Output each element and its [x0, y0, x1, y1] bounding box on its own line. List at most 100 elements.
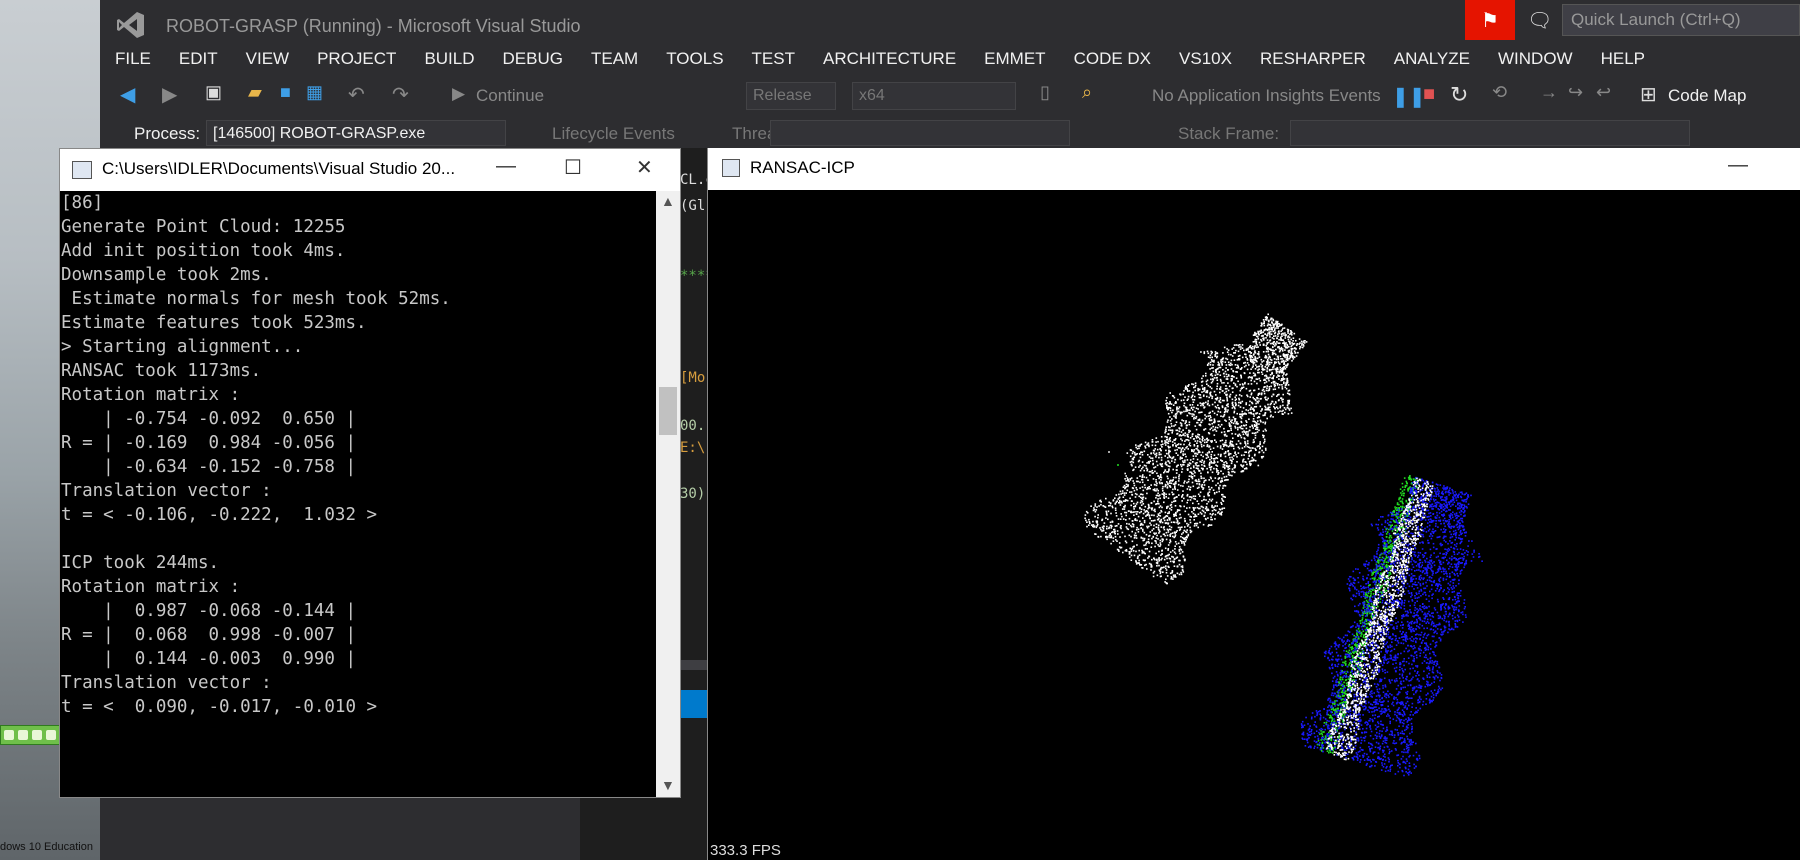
restart-icon[interactable]: ↻: [1450, 82, 1468, 108]
window-title: ROBOT-GRASP (Running) - Microsoft Visual…: [166, 16, 581, 36]
code-map-button[interactable]: Code Map: [1668, 86, 1746, 106]
editor-fragment: (Gl: [680, 198, 706, 214]
console-line: RANSAC took 1173ms.: [61, 361, 262, 381]
notification-flag-icon[interactable]: ⚑: [1465, 0, 1515, 40]
console-app-icon: [72, 161, 92, 179]
console-line: Rotation matrix :: [61, 577, 241, 597]
solution-configuration-select[interactable]: Release: [746, 82, 836, 110]
continue-button[interactable]: Continue: [476, 86, 544, 106]
maximize-icon[interactable]: ☐: [564, 155, 582, 180]
point-cloud-viewer-window[interactable]: RANSAC-ICP — 333.3 FPS: [707, 148, 1800, 860]
redo-icon[interactable]: ↷: [392, 82, 409, 107]
menu-tools[interactable]: TOOLS: [652, 48, 737, 74]
scroll-up-icon[interactable]: ▲: [661, 193, 675, 209]
break-all-icon[interactable]: ❚❚: [1392, 84, 1426, 109]
step-out-icon[interactable]: ↩: [1596, 82, 1611, 103]
menu-file[interactable]: FILE: [101, 48, 165, 74]
scrollbar-thumb[interactable]: [659, 387, 677, 435]
fps-counter: 333.3 FPS: [710, 842, 781, 859]
console-line: | -0.754 -0.092 0.650 |: [61, 409, 357, 429]
viewer-titlebar[interactable]: RANSAC-ICP —: [708, 148, 1800, 190]
scroll-down-icon[interactable]: ▼: [661, 777, 675, 793]
vs-titlebar: ROBOT-GRASP (Running) - Microsoft Visual…: [100, 0, 1800, 50]
console-output: [86] Generate Point Cloud: 12255 Add init …: [60, 191, 656, 797]
console-line: Estimate features took 523ms.: [61, 313, 367, 333]
find-icon[interactable]: ⌕: [1082, 82, 1092, 103]
undo-icon[interactable]: ↶: [348, 82, 365, 107]
menu-build[interactable]: BUILD: [410, 48, 488, 74]
editor-fragment: [Mo: [680, 370, 706, 386]
minimize-icon[interactable]: —: [496, 155, 516, 178]
console-line: t = < -0.106, -0.222, 1.032 >: [61, 505, 378, 525]
menu-view[interactable]: VIEW: [232, 48, 303, 74]
menu-help[interactable]: HELP: [1587, 48, 1659, 74]
point-cloud-canvas[interactable]: [708, 190, 1800, 860]
step-over-icon[interactable]: ↪: [1568, 82, 1583, 103]
target-bottle-cloud: [1300, 477, 1483, 777]
menu-debug[interactable]: DEBUG: [489, 48, 577, 74]
save-icon[interactable]: ■: [280, 82, 291, 103]
stop-debugging-icon[interactable]: ■: [1423, 83, 1435, 106]
process-label: Process:: [134, 124, 201, 143]
console-line: Downsample took 2ms.: [61, 265, 272, 285]
feedback-icon[interactable]: 🗨: [1527, 8, 1552, 33]
console-line: R = | -0.169 0.984 -0.056 |: [61, 433, 357, 453]
console-line: | -0.634 -0.152 -0.758 |: [61, 457, 357, 477]
menu-test[interactable]: TEST: [738, 48, 809, 74]
console-title: C:\Users\IDLER\Documents\Visual Studio 2…: [102, 159, 456, 178]
console-scrollbar[interactable]: ▲ ▼: [656, 191, 680, 797]
continue-icon[interactable]: ▶: [452, 84, 465, 104]
stack-frame-select[interactable]: [1290, 120, 1690, 146]
navigate-forward-icon[interactable]: ▶: [162, 82, 177, 107]
application-insights-label[interactable]: No Application Insights Events: [1152, 86, 1381, 106]
console-line: | 0.144 -0.003 0.990 |: [61, 649, 357, 669]
menu-emmet[interactable]: EMMET: [970, 48, 1059, 74]
console-line: R = | 0.068 0.998 -0.007 |: [61, 625, 357, 645]
menu-architecture[interactable]: ARCHITECTURE: [809, 48, 970, 74]
lifecycle-events-button[interactable]: Lifecycle Events: [552, 124, 675, 144]
console-line: ICP took 244ms.: [61, 553, 220, 573]
editor-fragment: E:\: [680, 440, 706, 456]
solution-platform-select[interactable]: x64: [852, 82, 1016, 110]
editor-fragment: 00.: [680, 418, 706, 434]
process-select[interactable]: [146500] ROBOT-GRASP.exe: [206, 120, 506, 146]
menu-team[interactable]: TEAM: [577, 48, 652, 74]
menu-edit[interactable]: EDIT: [165, 48, 232, 74]
console-line: Estimate normals for mesh took 52ms.: [61, 289, 451, 309]
console-line: Add init position took 4ms.: [61, 241, 346, 261]
console-window[interactable]: C:\Users\IDLER\Documents\Visual Studio 2…: [59, 148, 681, 798]
step-into-icon[interactable]: →: [1540, 82, 1558, 103]
thread-select[interactable]: [770, 120, 1070, 146]
console-line: | 0.987 -0.068 -0.144 |: [61, 601, 357, 621]
console-text: [86] Generate Point Cloud: 12255 Add init …: [60, 191, 656, 719]
save-all-icon[interactable]: ▦: [306, 82, 323, 103]
minimize-icon[interactable]: —: [1728, 154, 1748, 177]
menu-vs10x[interactable]: VS10X: [1165, 48, 1246, 74]
menu-bar: FILE EDIT VIEW PROJECT BUILD DEBUG TEAM TOOLS TE…: [101, 48, 1800, 74]
visual-studio-logo-icon: [117, 12, 144, 38]
quick-launch-input[interactable]: Quick Launch (Ctrl+Q): [1562, 4, 1800, 36]
device-icon[interactable]: ▯: [1040, 82, 1050, 103]
console-line: Generate Point Cloud: 12255: [61, 217, 346, 237]
menu-analyze[interactable]: ANALYZE: [1380, 48, 1484, 74]
code-map-icon[interactable]: ⊞: [1640, 82, 1657, 107]
console-line: t = < 0.090, -0.017, -0.010 >: [61, 697, 378, 717]
console-line: [86]: [61, 193, 104, 213]
viewer-title: RANSAC-ICP: [750, 158, 855, 177]
standard-toolbar: ◀ ▶ ▣ ▰ ■ ▦ ↶ ↷ ▶ Continue Release x64 ▯…: [100, 80, 1800, 116]
navigate-back-icon[interactable]: ◀: [120, 82, 135, 107]
new-project-icon[interactable]: ▣: [205, 82, 222, 103]
source-bottle-cloud: [1084, 313, 1308, 585]
menu-window[interactable]: WINDOW: [1484, 48, 1587, 74]
close-icon[interactable]: ✕: [636, 155, 653, 180]
console-line: Translation vector :: [61, 673, 272, 693]
console-line: Rotation matrix :: [61, 385, 241, 405]
menu-project[interactable]: PROJECT: [303, 48, 410, 74]
open-folder-icon[interactable]: ▰: [248, 82, 262, 103]
show-next-statement-icon[interactable]: ⟲: [1492, 82, 1507, 103]
viewer-app-icon: [722, 159, 740, 177]
console-titlebar[interactable]: C:\Users\IDLER\Documents\Visual Studio 2…: [60, 149, 680, 191]
menu-resharper[interactable]: RESHARPER: [1246, 48, 1380, 74]
menu-code-dx[interactable]: CODE DX: [1060, 48, 1165, 74]
